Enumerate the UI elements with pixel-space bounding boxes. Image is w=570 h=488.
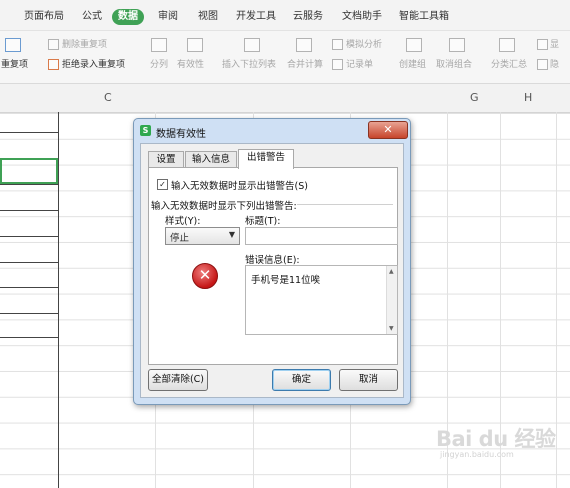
hide-detail-button[interactable]: 隐 bbox=[550, 59, 559, 71]
cell-border bbox=[0, 236, 58, 237]
create-group-icon bbox=[406, 38, 422, 52]
subtotal-icon bbox=[499, 38, 515, 52]
style-select[interactable]: 停止 ▼ bbox=[165, 227, 240, 245]
title-label: 标题(T): bbox=[245, 216, 281, 227]
record-form-button[interactable]: 记录单 bbox=[346, 59, 373, 71]
ungroup-button[interactable]: 取消组合 bbox=[436, 59, 472, 71]
cell-border bbox=[0, 313, 58, 314]
error-stop-icon: ✕ bbox=[192, 263, 218, 289]
show-error-checkbox-label[interactable]: 输入无效数据时显示出错警告(S) bbox=[171, 178, 308, 192]
merge-calc-icon bbox=[296, 38, 312, 52]
baidu-watermark: Bai du 经验 jingyan.baidu.com bbox=[436, 423, 568, 463]
style-select-value: 停止 bbox=[170, 233, 190, 244]
show-detail-icon bbox=[537, 39, 548, 50]
tab-error-alert[interactable]: 出错警告 bbox=[238, 149, 294, 169]
ungroup-icon bbox=[449, 38, 465, 52]
textarea-scrollbar[interactable]: ▲ ▼ bbox=[386, 266, 397, 334]
split-button[interactable]: 分列 bbox=[150, 59, 168, 71]
dialog-client: 设置 输入信息 出错警告 ✓ 输入无效数据时显示出错警告(S) 输入无效数据时显… bbox=[140, 143, 404, 398]
subtotal-button[interactable]: 分类汇总 bbox=[491, 59, 527, 71]
column-header-g[interactable]: G bbox=[470, 91, 479, 104]
column-header-h[interactable]: H bbox=[524, 91, 532, 104]
error-message-text: 手机号是11位唉 bbox=[251, 275, 321, 286]
error-message-label: 错误信息(E): bbox=[245, 255, 300, 266]
menu-review[interactable]: 审阅 bbox=[158, 9, 178, 25]
create-group-button[interactable]: 创建组 bbox=[399, 59, 426, 71]
scroll-down-icon[interactable]: ▼ bbox=[389, 325, 394, 332]
menu-cloud[interactable]: 云服务 bbox=[293, 9, 323, 25]
hide-detail-icon bbox=[537, 59, 548, 70]
tab-settings[interactable]: 设置 bbox=[148, 151, 184, 168]
cell-border bbox=[0, 287, 58, 288]
ok-button[interactable]: 确定 bbox=[272, 369, 331, 391]
watermark-url: jingyan.baidu.com bbox=[440, 450, 514, 459]
chevron-down-icon: ▼ bbox=[228, 230, 235, 239]
scroll-up-icon[interactable]: ▲ bbox=[389, 268, 394, 275]
menu-bar: 页面布局 公式 数据 审阅 视图 开发工具 云服务 文档助手 智能工具箱 bbox=[0, 0, 570, 31]
show-error-checkbox[interactable]: ✓ bbox=[157, 179, 168, 190]
record-form-icon bbox=[332, 59, 343, 70]
dialog-titlebar[interactable]: S 数据有效性 ✕ bbox=[134, 119, 410, 141]
column-header-row: C G H bbox=[0, 84, 570, 113]
simulation-icon bbox=[332, 39, 343, 50]
title-input[interactable] bbox=[245, 227, 398, 245]
remove-duplicates-icon bbox=[48, 39, 59, 50]
dialog-title: 数据有效性 bbox=[156, 129, 206, 140]
reject-duplicates-icon bbox=[48, 59, 59, 70]
tab-input-message[interactable]: 输入信息 bbox=[185, 151, 237, 168]
clear-all-button[interactable]: 全部清除(C) bbox=[148, 369, 208, 391]
column-border bbox=[58, 112, 59, 488]
error-alert-panel: ✓ 输入无效数据时显示出错警告(S) 输入无效数据时显示下列出错警告: 样式(Y… bbox=[148, 167, 398, 365]
show-detail-button[interactable]: 显 bbox=[550, 39, 559, 51]
duplicates-icon bbox=[5, 38, 21, 52]
cell-border bbox=[0, 184, 58, 185]
menu-doc-assistant[interactable]: 文档助手 bbox=[342, 9, 382, 25]
watermark-logo: Bai du 经验 bbox=[436, 427, 556, 451]
menu-formula[interactable]: 公式 bbox=[82, 9, 102, 25]
remove-duplicates-button[interactable]: 删除重复项 bbox=[62, 39, 107, 51]
validity-button[interactable]: 有效性 bbox=[177, 59, 204, 71]
split-icon bbox=[151, 38, 167, 52]
insert-dropdown-list-icon bbox=[244, 38, 260, 52]
merge-calc-button[interactable]: 合并计算 bbox=[287, 59, 323, 71]
column-header-c[interactable]: C bbox=[104, 91, 112, 104]
menu-view[interactable]: 视图 bbox=[198, 9, 218, 25]
insert-dropdown-list-button[interactable]: 插入下拉列表 bbox=[222, 59, 276, 71]
style-label: 样式(Y): bbox=[165, 216, 201, 227]
menu-smart-toolbox[interactable]: 智能工具箱 bbox=[399, 9, 449, 25]
cell-border bbox=[0, 262, 58, 263]
validity-icon bbox=[187, 38, 203, 52]
close-icon[interactable]: ✕ bbox=[368, 121, 408, 139]
duplicates-dropdown[interactable]: 重复项 bbox=[1, 59, 28, 71]
simulation-button[interactable]: 模拟分析 bbox=[346, 39, 382, 51]
cell-border bbox=[0, 337, 58, 338]
cell-border bbox=[0, 132, 58, 133]
menu-data[interactable]: 数据 bbox=[112, 9, 144, 25]
menu-page-layout[interactable]: 页面布局 bbox=[24, 9, 64, 25]
selected-cell[interactable] bbox=[0, 158, 58, 184]
section-divider bbox=[297, 204, 393, 205]
data-validation-dialog: S 数据有效性 ✕ 设置 输入信息 出错警告 ✓ 输入无效数据时显示出错警告(S… bbox=[133, 118, 411, 405]
menu-developer[interactable]: 开发工具 bbox=[236, 9, 276, 25]
cell-border bbox=[0, 210, 58, 211]
section-label: 输入无效数据时显示下列出错警告: bbox=[151, 201, 297, 212]
cancel-button[interactable]: 取消 bbox=[339, 369, 398, 391]
ribbon-toolbar: 重复项 删除重复项 拒绝录入重复项 分列 有效性 插入下拉列表 合并计算 模拟分… bbox=[0, 31, 570, 84]
reject-duplicates-button[interactable]: 拒绝录入重复项 bbox=[62, 59, 125, 71]
wps-app-icon: S bbox=[140, 125, 151, 136]
error-message-textarea[interactable]: 手机号是11位唉 ▲ ▼ bbox=[245, 265, 398, 335]
